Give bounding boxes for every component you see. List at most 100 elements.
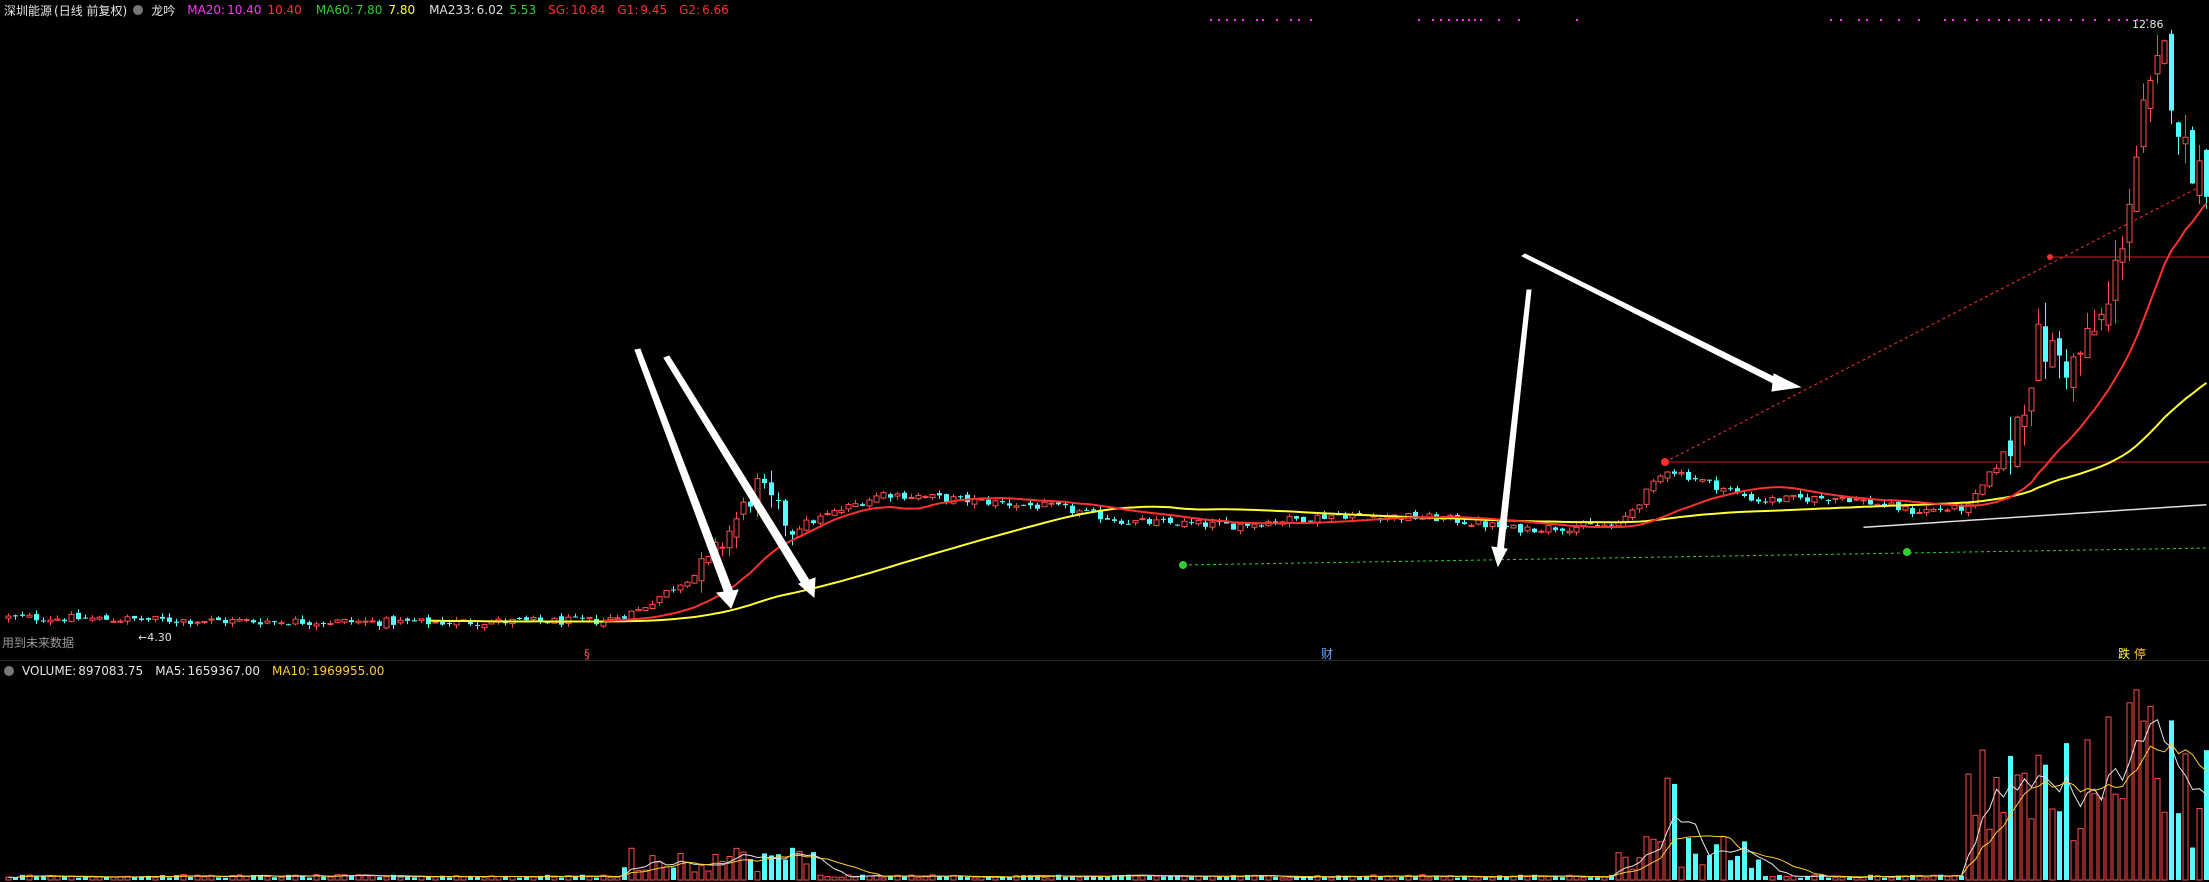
candle [1048, 502, 1055, 505]
volume-bar [2077, 828, 2084, 881]
candle [1986, 471, 1993, 487]
volume-bar [104, 877, 109, 880]
candle [2196, 160, 2203, 196]
candle [1993, 467, 2000, 474]
candle [327, 622, 334, 625]
candle [2140, 99, 2147, 148]
volume-bar [110, 876, 117, 881]
volume-bar [1357, 877, 1362, 880]
candle [2176, 122, 2181, 137]
volume-bar [1798, 877, 1803, 880]
volume-bar [160, 875, 165, 880]
candle [96, 616, 103, 620]
volume-bar [1286, 877, 1293, 881]
volume-bar [1832, 876, 1839, 881]
candle [1209, 521, 1216, 528]
signal-dot [1226, 19, 1228, 21]
volume-bar [1217, 876, 1222, 880]
candle [362, 620, 369, 623]
candle [1322, 514, 1327, 519]
candle [1462, 522, 1467, 525]
volume-bar [1735, 855, 1740, 880]
chart-window: { "header": { "stock_name": "深圳能源", "per… [0, 0, 2209, 882]
volume-bar [1139, 875, 1146, 881]
candle [719, 546, 726, 549]
candle [412, 620, 417, 622]
volume-bar [167, 877, 172, 880]
candle [2098, 313, 2105, 321]
volume-bar [790, 847, 795, 880]
candle [201, 620, 208, 623]
volume-bar [1440, 876, 1447, 881]
candle [20, 614, 25, 616]
signal-dot [1462, 19, 1464, 21]
volume-bar [481, 877, 488, 881]
volume-bar [1783, 875, 1790, 881]
volume-bar [817, 874, 824, 881]
signal-dot [1290, 19, 1292, 21]
candle [54, 618, 61, 621]
signal-dot [2136, 19, 2138, 21]
candle [1056, 502, 1061, 505]
candle [321, 622, 326, 624]
volume-bar [902, 876, 907, 880]
candle [1790, 494, 1797, 498]
candle [1175, 524, 1180, 526]
volume-bar [852, 876, 859, 881]
volume-bar [397, 876, 404, 881]
volume-bar [2064, 743, 2069, 880]
volume-bar [278, 876, 285, 881]
candle [944, 494, 949, 502]
candle [1483, 521, 1488, 528]
candle [1308, 520, 1313, 522]
candle [1839, 497, 1846, 500]
candle [790, 531, 795, 535]
volume-bars [5, 689, 2209, 881]
volume-bar [1538, 876, 1545, 881]
volume-bar [607, 877, 614, 881]
volume-bar [1588, 877, 1593, 880]
volume-bar [460, 876, 467, 881]
volume-bar [1105, 876, 1110, 880]
volume-bar [1161, 876, 1166, 880]
candle [313, 623, 320, 627]
signal-dot [1998, 19, 2000, 21]
candle [139, 618, 144, 621]
signal-dot [1866, 19, 1868, 21]
volume-bar [971, 877, 978, 881]
arrow-3-head [1491, 546, 1508, 568]
candle [1944, 509, 1951, 512]
signal-dot [1988, 19, 1990, 21]
candle [1650, 480, 1657, 492]
volume-bar [671, 867, 676, 880]
candle [873, 495, 880, 503]
candle [1301, 516, 1306, 523]
signal-dot [1242, 19, 1244, 21]
volume-bar [1728, 860, 1733, 880]
volume-bar [1273, 876, 1278, 880]
candle [1798, 494, 1803, 498]
candle [1916, 511, 1923, 514]
volume-bar [748, 859, 753, 880]
price-volume-chart[interactable] [0, 0, 2209, 882]
volume-bar [929, 874, 936, 881]
volume-bar [1168, 876, 1173, 880]
candle [349, 620, 354, 623]
volume-bar [656, 861, 663, 881]
vol-ma10-line [8, 743, 2207, 879]
candle [580, 617, 585, 619]
candle [1231, 523, 1236, 530]
volume-bar [586, 876, 593, 881]
volume-bar [922, 876, 929, 881]
signal-dot [1218, 19, 1220, 21]
candle [1328, 515, 1335, 520]
candle [1923, 508, 1930, 514]
candle [852, 503, 859, 508]
volume-bar [2176, 813, 2181, 880]
signal-dot [2058, 19, 2060, 21]
signal-dot [2040, 19, 2042, 21]
candle [1609, 524, 1614, 526]
volume-bar [1518, 874, 1523, 880]
volume-bar [1664, 777, 1671, 881]
volume-bar [1763, 876, 1768, 880]
